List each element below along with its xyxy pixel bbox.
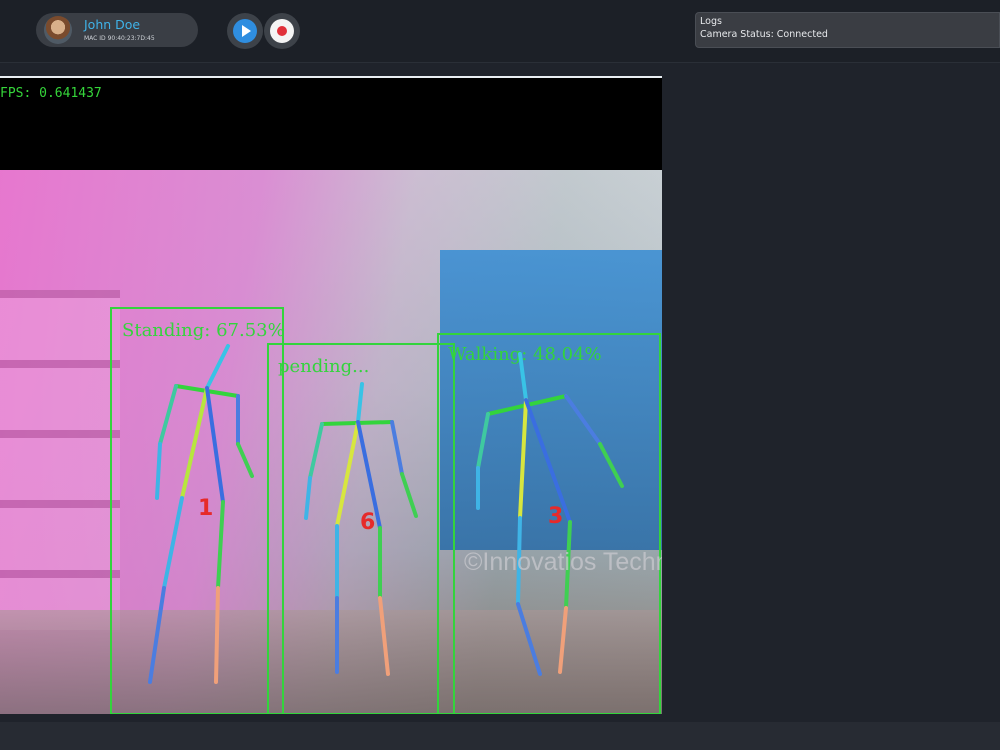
detection-label-2: pending... (278, 356, 369, 377)
app-window: John Doe MAC ID 90:40:23:7D:45 Logs Came… (0, 0, 1000, 750)
record-button[interactable] (264, 13, 300, 49)
logs-title: Logs (700, 16, 722, 27)
record-icon (270, 19, 294, 43)
video-feed: FPS: 0.641437 Standing: 67.53% pending..… (0, 76, 662, 714)
logs-panel: Logs Camera Status: Connected (695, 12, 1000, 48)
detection-box-1 (110, 307, 284, 714)
camera-status: Camera Status: Connected (700, 29, 828, 40)
avatar (44, 16, 72, 44)
top-toolbar: John Doe MAC ID 90:40:23:7D:45 Logs Came… (0, 0, 1000, 63)
pose-overlay: Standing: 67.53% pending... Walking: 48.… (110, 307, 661, 714)
detection-id-2: 6 (360, 510, 375, 535)
detection-id-1: 1 (198, 496, 213, 521)
status-bar (0, 722, 1000, 750)
detection-label-3: Walking: 48.04% (448, 344, 602, 365)
user-name: John Doe (84, 17, 141, 32)
play-button[interactable] (227, 13, 263, 49)
watermark: ©Innovatios Technology (464, 548, 662, 576)
detection-id-3: 3 (548, 504, 563, 529)
play-icon (233, 19, 257, 43)
detection-label-1: Standing: 67.53% (122, 320, 285, 341)
user-profile-card[interactable]: John Doe MAC ID 90:40:23:7D:45 (36, 13, 198, 47)
mac-id: MAC ID 90:40:23:7D:45 (84, 35, 155, 42)
